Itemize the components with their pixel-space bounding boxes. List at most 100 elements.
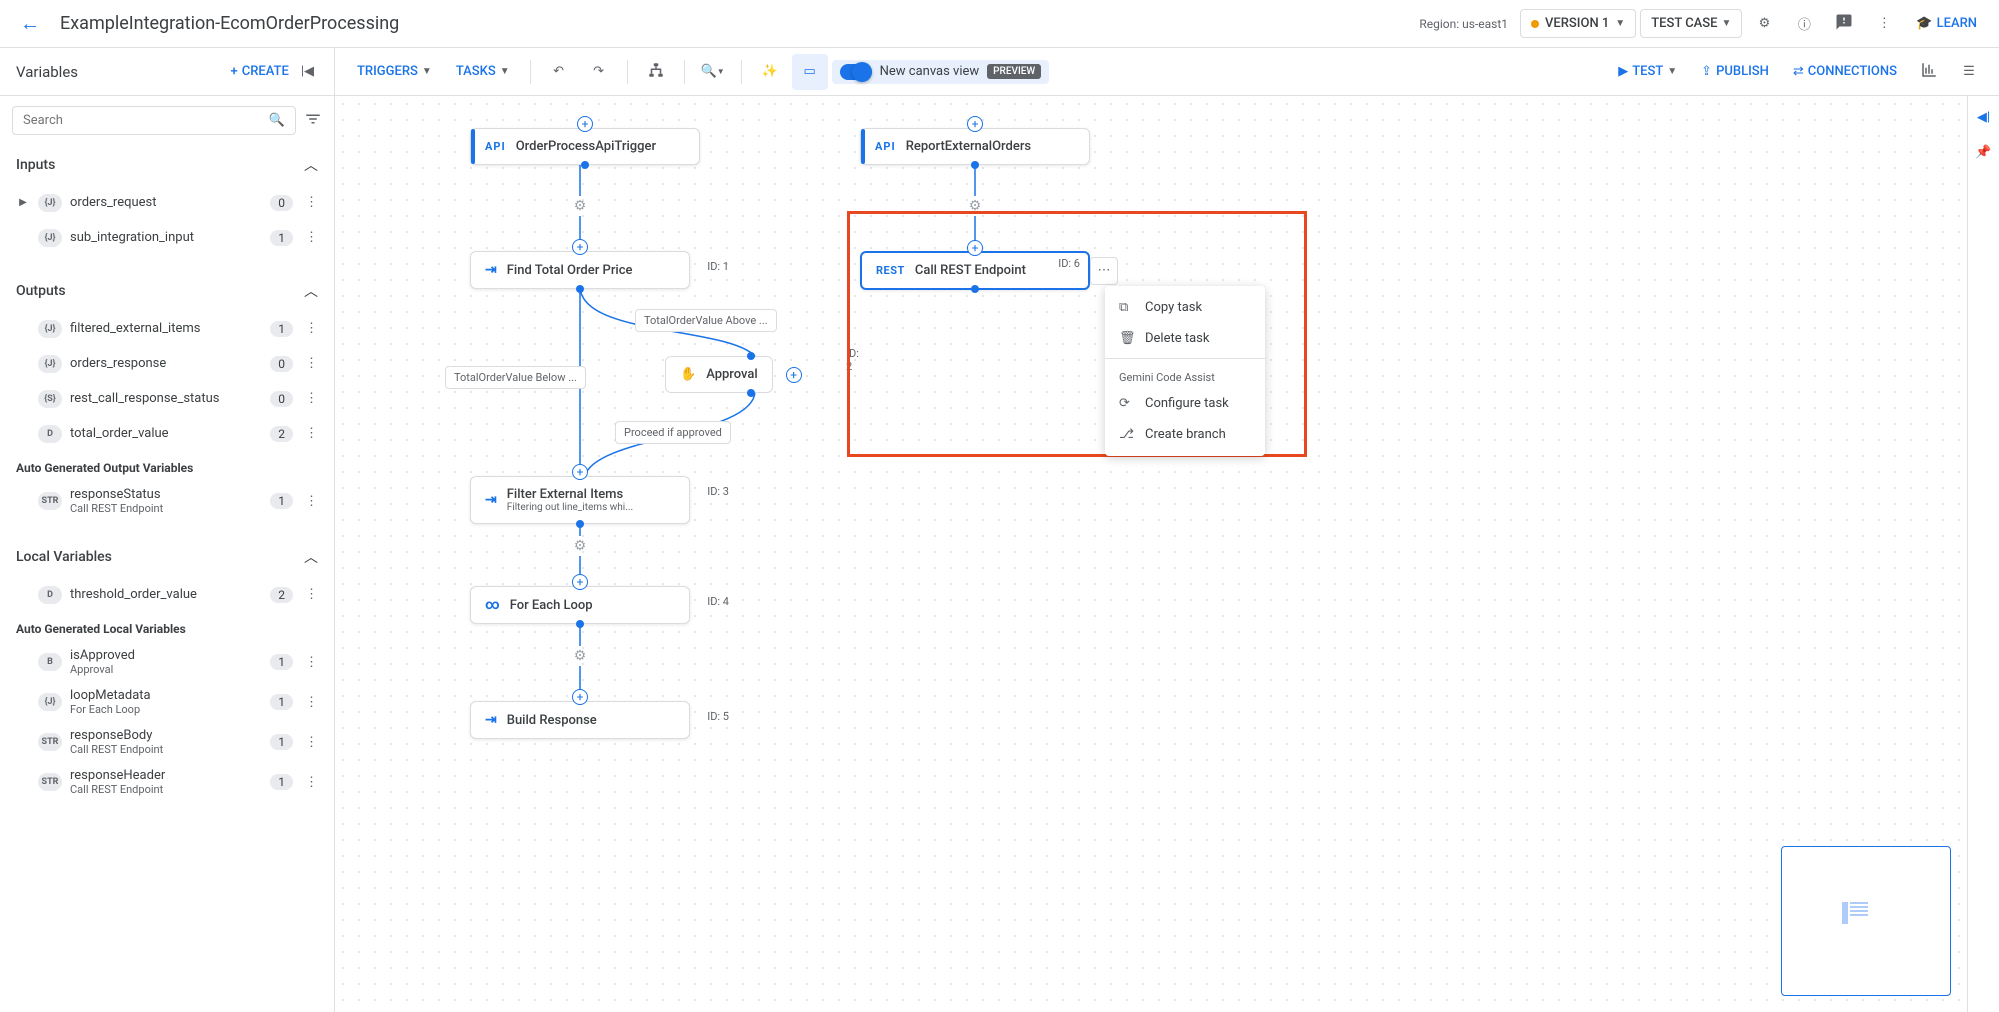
node-trigger-reportexternal[interactable]: API ReportExternalOrders + (860, 128, 1090, 165)
variable-more-button[interactable]: ⋮ (301, 317, 322, 340)
node-for-each-loop[interactable]: ∞ For Each Loop + ID: 4 (470, 586, 690, 624)
canvas-mode-button[interactable]: ▭ (792, 54, 828, 90)
magic-wand-button[interactable]: ✨ (752, 54, 788, 90)
expand-panel-button[interactable]: ◀| (1971, 104, 1996, 131)
gear-icon[interactable]: ⚙ (570, 196, 590, 216)
collapse-sidebar-button[interactable]: |◀ (297, 60, 318, 83)
test-button[interactable]: ▶ TEST ▼ (1608, 58, 1687, 85)
node-call-rest-endpoint[interactable]: REST Call REST Endpoint + ID: 6 ⋯ (860, 251, 1090, 290)
list-button[interactable]: ☰ (1951, 54, 1987, 90)
search-box[interactable]: 🔍 (12, 106, 296, 135)
create-button[interactable]: + CREATE (231, 64, 289, 79)
connections-button[interactable]: ⇄ CONNECTIONS (1783, 58, 1907, 85)
port-bottom[interactable] (576, 285, 584, 293)
variable-row[interactable]: D threshold_order_value 2 ⋮ (0, 577, 334, 612)
canvas-view-toggle[interactable] (840, 64, 872, 80)
gear-icon[interactable]: ⚙ (570, 536, 590, 556)
port-bottom[interactable] (747, 389, 755, 397)
locals-section-header[interactable]: Local Variables ︿ (0, 537, 334, 577)
sidebar-header: Variables + CREATE |◀ (0, 48, 335, 95)
layout-button[interactable] (638, 54, 674, 90)
edge-label-below[interactable]: TotalOrderValue Below ... (445, 366, 586, 389)
node-approval[interactable]: ✋ Approval + ID: 2 (665, 356, 773, 393)
learn-button[interactable]: 🎓 LEARN (1906, 10, 1987, 37)
outputs-section-header[interactable]: Outputs ︿ (0, 271, 334, 311)
variable-row[interactable]: D total_order_value 2 ⋮ (0, 416, 334, 451)
variable-more-button[interactable]: ⋮ (301, 731, 322, 754)
add-node-button[interactable]: + (577, 116, 593, 132)
canvas[interactable]: API OrderProcessApiTrigger + API ReportE… (335, 96, 1999, 1012)
tasks-dropdown[interactable]: TASKS ▼ (446, 58, 520, 85)
variable-more-button[interactable]: ⋮ (301, 490, 322, 513)
variable-more-button[interactable]: ⋮ (301, 771, 322, 794)
pin-button[interactable]: 📌 (1969, 139, 1997, 166)
version-dropdown[interactable]: VERSION 1 ▼ (1520, 9, 1636, 38)
port-top[interactable] (747, 352, 755, 360)
create-label: CREATE (242, 64, 289, 79)
inputs-section-header[interactable]: Inputs ︿ (0, 145, 334, 185)
node-filter-external[interactable]: ⇥ Filter External Items Filtering out li… (470, 476, 690, 524)
feedback-button[interactable] (1826, 6, 1862, 42)
undo-button[interactable]: ↶ (541, 54, 577, 90)
variable-more-button[interactable]: ⋮ (301, 226, 322, 249)
node-more-button[interactable]: ⋯ (1090, 257, 1118, 285)
filter-button[interactable] (304, 110, 322, 132)
variable-more-button[interactable]: ⋮ (301, 583, 322, 606)
gear-icon[interactable]: ⚙ (965, 196, 985, 216)
add-node-button[interactable]: + (572, 464, 588, 480)
node-trigger-orderprocess[interactable]: API OrderProcessApiTrigger + (470, 128, 700, 165)
variable-count-badge: 1 (270, 734, 293, 750)
node-label: Filter External Items (507, 487, 633, 502)
port-bottom[interactable] (581, 161, 589, 169)
zoom-button[interactable]: 🔍▼ (695, 54, 731, 90)
info-button[interactable]: ⓘ (1786, 6, 1822, 42)
port-bottom[interactable] (971, 285, 979, 293)
variable-row[interactable]: {S} rest_call_response_status 0 ⋮ (0, 381, 334, 416)
gear-icon[interactable]: ⚙ (570, 646, 590, 666)
port-bottom[interactable] (576, 620, 584, 628)
triggers-dropdown[interactable]: TRIGGERS ▼ (347, 58, 442, 85)
variable-row[interactable]: STR responseHeader Call REST Endpoint 1 … (0, 762, 334, 802)
add-node-button[interactable]: + (572, 239, 588, 255)
variable-row[interactable]: B isApproved Approval 1 ⋮ (0, 642, 334, 682)
add-node-button[interactable]: + (967, 240, 983, 256)
port-bottom[interactable] (576, 520, 584, 528)
port-bottom[interactable] (971, 161, 979, 169)
back-button[interactable]: ← (12, 3, 48, 44)
variable-more-button[interactable]: ⋮ (301, 651, 322, 674)
redo-button[interactable]: ↷ (581, 54, 617, 90)
node-find-total[interactable]: ⇥ Find Total Order Price + ID: 1 (470, 251, 690, 289)
settings-button[interactable]: ⚙ (1746, 6, 1782, 42)
test-case-dropdown[interactable]: TEST CASE ▼ (1640, 9, 1742, 38)
edge-label-proceed[interactable]: Proceed if approved (615, 421, 731, 444)
publish-button[interactable]: ⇪ PUBLISH (1691, 58, 1779, 85)
variable-row[interactable]: ▶ {J} orders_request 0 ⋮ (0, 185, 334, 220)
ctx-configure-task[interactable]: ⟳ Configure task (1105, 388, 1265, 419)
chart-button[interactable] (1911, 54, 1947, 90)
variable-more-button[interactable]: ⋮ (301, 691, 322, 714)
ctx-create-branch[interactable]: ⎇ Create branch (1105, 419, 1265, 450)
ctx-delete-task[interactable]: 🗑 Delete task (1105, 323, 1265, 354)
variable-more-button[interactable]: ⋮ (301, 387, 322, 410)
node-build-response[interactable]: ⇥ Build Response + ID: 5 (470, 701, 690, 739)
variable-row[interactable]: STR responseStatus Call REST Endpoint 1 … (0, 481, 334, 521)
add-node-button[interactable]: + (572, 574, 588, 590)
ctx-copy-task[interactable]: ⧉ Copy task (1105, 292, 1265, 323)
variable-row[interactable]: {J} loopMetadata For Each Loop 1 ⋮ (0, 682, 334, 722)
search-icon: 🔍 (269, 113, 285, 128)
variable-more-button[interactable]: ⋮ (301, 422, 322, 445)
variable-row[interactable]: {J} sub_integration_input 1 ⋮ (0, 220, 334, 255)
add-node-button[interactable]: + (572, 689, 588, 705)
add-node-button[interactable]: + (967, 116, 983, 132)
variable-more-button[interactable]: ⋮ (301, 352, 322, 375)
minimap[interactable] (1781, 846, 1951, 996)
variable-row[interactable]: {J} orders_response 0 ⋮ (0, 346, 334, 381)
add-node-button[interactable]: + (786, 367, 802, 383)
expand-icon[interactable]: ▶ (16, 197, 30, 208)
variable-row[interactable]: STR responseBody Call REST Endpoint 1 ⋮ (0, 722, 334, 762)
edge-label-above[interactable]: TotalOrderValue Above ... (635, 309, 777, 332)
variable-row[interactable]: {J} filtered_external_items 1 ⋮ (0, 311, 334, 346)
search-input[interactable] (23, 113, 269, 128)
variable-more-button[interactable]: ⋮ (301, 191, 322, 214)
more-button[interactable]: ⋮ (1866, 6, 1902, 42)
